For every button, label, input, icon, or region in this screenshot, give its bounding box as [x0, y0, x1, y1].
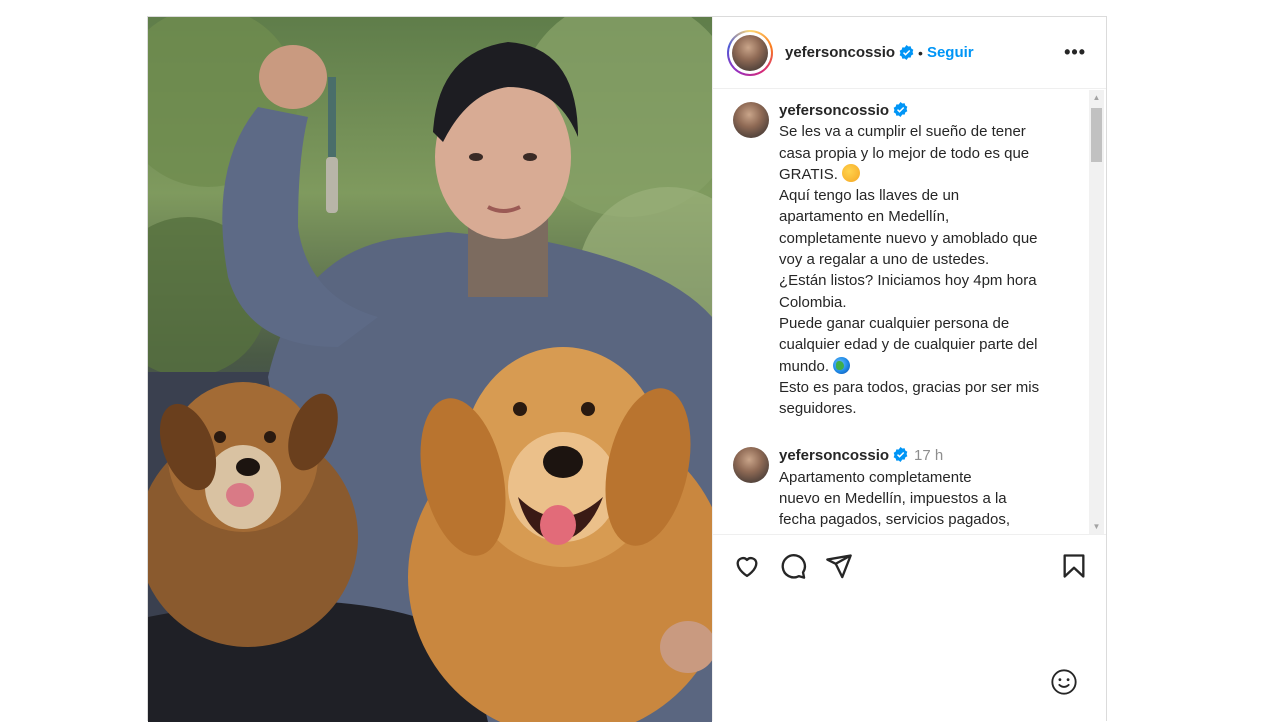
caption-username[interactable]: yefersoncossio [779, 102, 889, 119]
caption-line: seguidores. [779, 400, 857, 418]
caption-line: casa propia y lo mejor de todo es que [779, 144, 1030, 162]
verified-badge-icon [899, 45, 914, 60]
caption-line: voy a regalar a uno de ustedes. [779, 251, 990, 269]
comment-line: Apartamento completamente [779, 468, 972, 486]
emoji-icon [1051, 669, 1077, 695]
photo-illustration [148, 17, 712, 722]
emoji-picker-button[interactable] [1050, 668, 1078, 701]
bookmark-icon [1063, 553, 1085, 578]
comments-section[interactable]: yefersoncossio Se les va a cumplir el su… [713, 90, 1106, 534]
caption-line: apartamento en Medellín, [779, 208, 950, 226]
verified-badge-icon [893, 102, 908, 117]
save-button[interactable] [1060, 552, 1088, 580]
comment-username[interactable]: yefersoncossio [779, 447, 889, 464]
more-options-icon[interactable]: ••• [1058, 42, 1092, 63]
scroll-up-arrow-icon[interactable]: ▲ [1089, 90, 1104, 105]
caption-line: completamente nuevo y amoblado que [779, 229, 1038, 247]
avatar[interactable] [733, 102, 769, 138]
caption: yefersoncossio Se les va a cumplir el su… [733, 100, 1088, 419]
caption-line: ¿Están listos? Iniciamos hoy 4pm hora [779, 272, 1037, 290]
scrollbar-thumb[interactable] [1091, 108, 1102, 162]
comment-timestamp[interactable]: 17 h [914, 447, 943, 464]
post-photo[interactable] [148, 17, 712, 722]
caption-line: mundo. [779, 357, 830, 375]
verified-badge-icon [893, 447, 908, 463]
avatar[interactable] [733, 447, 769, 484]
post-actions-bar [713, 534, 1106, 596]
comment-line: fecha pagados, servicios pagados, [779, 511, 1010, 529]
post-side-panel: yefersoncossio • Seguir ••• yefersoncoss… [712, 17, 1106, 721]
comment-button[interactable] [779, 552, 807, 580]
caption-line: cualquier edad y de cualquier parte del [779, 336, 1038, 354]
comments-scrollbar[interactable]: ▲ ▼ [1089, 90, 1104, 534]
share-icon [826, 553, 852, 578]
heart-icon [736, 556, 758, 577]
scroll-down-arrow-icon[interactable]: ▼ [1089, 519, 1104, 534]
comment-icon [781, 553, 806, 579]
post-header: yefersoncossio • Seguir ••• [713, 17, 1106, 89]
caption-line: Esto es para todos, gracias por ser mis [779, 378, 1040, 396]
author-username[interactable]: yefersoncossio [785, 44, 895, 61]
follow-button[interactable]: Seguir [927, 44, 974, 61]
comment-item: yefersoncossio 17 h Apartamento completam… [733, 445, 1088, 530]
separator-dot: • [918, 44, 923, 61]
globe-emoji-icon [833, 356, 851, 374]
caption-line: GRATIS. [779, 165, 838, 183]
like-button[interactable] [733, 552, 761, 580]
author-avatar-story-ring[interactable] [727, 29, 773, 76]
avatar [732, 34, 768, 71]
star-struck-emoji-icon [842, 163, 861, 182]
caption-line: Puede ganar cualquier persona de [779, 314, 1010, 332]
share-button[interactable] [825, 552, 853, 580]
instagram-post: yefersoncossio • Seguir ••• yefersoncoss… [147, 16, 1107, 722]
comment-line: nuevo en Medellín, impuestos a la [779, 490, 1007, 508]
caption-line: Se les va a cumplir el sueño de tener [779, 123, 1026, 141]
caption-line: Colombia. [779, 293, 847, 311]
caption-line: Aquí tengo las llaves de un [779, 187, 960, 205]
